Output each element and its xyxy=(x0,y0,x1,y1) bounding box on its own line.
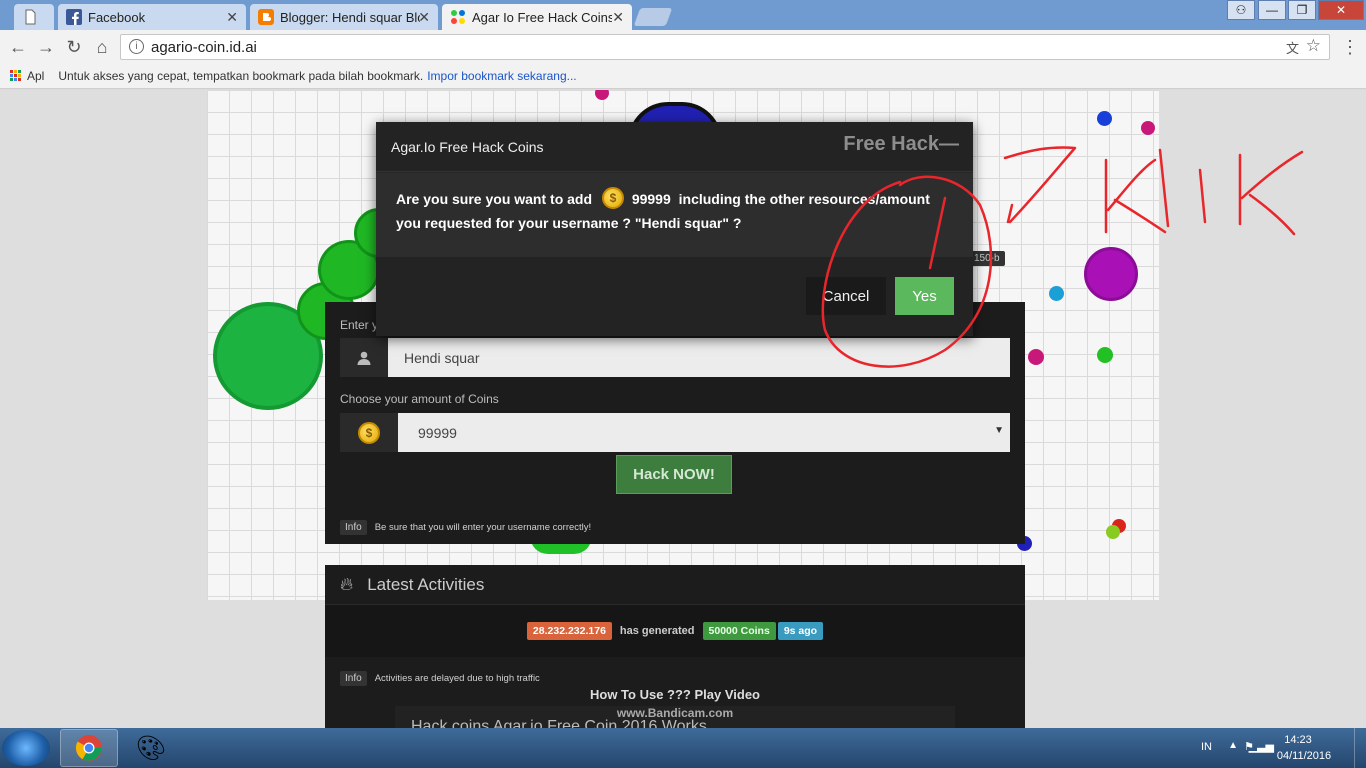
minimize-button[interactable]: — xyxy=(1258,0,1286,20)
tab-blogger[interactable]: Blogger: Hendi squar Blo ✕ xyxy=(250,4,438,30)
close-icon[interactable]: ✕ xyxy=(418,9,430,26)
info-badge: Info xyxy=(340,671,367,686)
form-info-note: Info Be sure that you will enter your us… xyxy=(340,520,591,535)
tab-title: Blogger: Hendi squar Blo xyxy=(280,9,420,25)
yes-button[interactable]: Yes xyxy=(895,277,954,315)
username-label: Enter y xyxy=(340,318,379,332)
browser-toolbar: ← → ↻ ⌂ i agario-coin.id.ai 文 ☆ ⋮ xyxy=(0,30,1366,63)
activity-row: 28.232.232.176 has generated 50000 Coins… xyxy=(325,605,1025,657)
tray-expand-icon[interactable]: ▲ xyxy=(1228,740,1238,751)
coins-label: Choose your amount of Coins xyxy=(340,392,499,406)
show-desktop-button[interactable] xyxy=(1354,728,1366,768)
menu-icon[interactable]: ⋮ xyxy=(1338,35,1362,59)
message-prefix: Are you sure you want to add xyxy=(396,191,593,207)
cancel-button[interactable]: Cancel xyxy=(806,277,886,315)
close-icon[interactable]: ✕ xyxy=(612,9,624,26)
home-icon[interactable]: ⌂ xyxy=(90,35,114,59)
activities-info-note: Info Activities are delayed due to high … xyxy=(340,671,540,686)
language-indicator[interactable]: IN xyxy=(1201,741,1212,753)
activities-title: Latest Activities xyxy=(367,574,485,594)
video-caption: Hack coins Agar.io Free Coin 2016 Works xyxy=(411,718,707,728)
translate-icon[interactable]: 文 xyxy=(1286,38,1299,57)
address-bar[interactable]: i agario-coin.id.ai 文 ☆ xyxy=(120,34,1330,60)
window-close-button[interactable]: ✕ xyxy=(1318,0,1364,20)
apps-icon[interactable] xyxy=(10,70,21,81)
tab-title: Agar Io Free Hack Coins xyxy=(472,9,612,25)
import-bookmarks-link[interactable]: Impor bookmark sekarang... xyxy=(427,69,576,83)
info-text: Activities are delayed due to high traff… xyxy=(374,673,540,684)
info-badge: Info xyxy=(340,520,367,535)
coins-badge: 50000 Coins xyxy=(702,622,776,640)
tab-agario[interactable]: Agar Io Free Hack Coins ✕ xyxy=(442,4,632,30)
cell xyxy=(1049,286,1064,301)
maximize-button[interactable]: ❐ xyxy=(1288,0,1316,20)
coins-select[interactable]: 99999 ▼ xyxy=(398,413,1010,452)
clock-time[interactable]: 14:23 xyxy=(1268,734,1328,746)
cell xyxy=(1084,247,1138,301)
coin-icon: $ xyxy=(601,187,624,210)
has-generated-text: has generated xyxy=(619,625,695,637)
video-player[interactable]: www.Bandicam.com Hack coins Agar.io Free… xyxy=(395,706,955,728)
coins-select-value: 99999 xyxy=(418,424,457,441)
coin-icon: $ xyxy=(340,413,398,452)
fire-icon: 🔥︎ xyxy=(340,574,354,594)
info-text: Be sure that you will enter your usernam… xyxy=(374,522,592,533)
tab-title: Facebook xyxy=(88,9,146,25)
dialog-message: Are you sure you want to add $ 99999 inc… xyxy=(376,173,973,257)
forward-button[interactable]: → xyxy=(34,35,58,59)
paint-taskbar-button[interactable]: 🎨︎ xyxy=(122,729,180,767)
agario-favicon-icon xyxy=(451,10,465,24)
tab-facebook[interactable]: Facebook ✕ xyxy=(58,4,246,30)
confirm-dialog: Agar.Io Free Hack Coins Free Hack— Are y… xyxy=(376,122,973,336)
cell xyxy=(1028,349,1044,365)
back-button[interactable]: ← xyxy=(6,35,30,59)
tab-blank[interactable] xyxy=(14,4,54,30)
chrome-taskbar-button[interactable] xyxy=(60,729,118,767)
coins-row: $ 99999 ▼ xyxy=(340,413,1010,452)
star-icon[interactable]: ☆ xyxy=(1306,36,1321,56)
apps-link[interactable]: Apl xyxy=(27,69,44,83)
username-row: Hendi squar xyxy=(340,338,1010,377)
message-amount: 99999 xyxy=(631,191,671,207)
start-button[interactable] xyxy=(2,730,50,766)
windows-taskbar: 🎨︎ IN ▲ ⚑ ▁▃▅ 14:23 04/11/2016 xyxy=(0,728,1366,768)
latest-activities-panel: 🔥︎ Latest Activities 28.232.232.176 has … xyxy=(325,565,1025,728)
close-icon[interactable]: ✕ xyxy=(226,9,238,26)
time-badge: 9s ago xyxy=(777,622,824,640)
clock-date[interactable]: 04/11/2016 xyxy=(1268,750,1340,762)
url-text: agario-coin.id.ai xyxy=(151,38,257,56)
dialog-title: Agar.Io Free Hack Coins xyxy=(391,139,544,155)
tab-strip: Facebook ✕ Blogger: Hendi squar Blo ✕ Ag… xyxy=(0,0,1366,30)
page-icon xyxy=(25,9,36,25)
dialog-header: Agar.Io Free Hack Coins Free Hack— xyxy=(376,122,973,172)
username-input[interactable]: Hendi squar xyxy=(388,338,1010,377)
dialog-brand: Free Hack— xyxy=(843,133,959,155)
hack-form-panel: Enter y Hendi squar Choose your amount o… xyxy=(325,302,1025,544)
hack-now-button[interactable]: Hack NOW! xyxy=(616,455,732,494)
video-title: How To Use ??? Play Video xyxy=(590,687,760,702)
ip-badge: 28.232.232.176 xyxy=(526,622,612,640)
blogger-icon xyxy=(258,9,274,25)
facebook-icon xyxy=(66,9,82,25)
bookmarks-bar: Apl Untuk akses yang cepat, tempatkan bo… xyxy=(0,63,1366,89)
caret-down-icon: ▼ xyxy=(994,425,1004,436)
reload-button[interactable]: ↻ xyxy=(62,35,86,59)
new-tab-button[interactable] xyxy=(633,8,673,26)
user-icon xyxy=(340,338,388,377)
user-icon[interactable]: ⚇ xyxy=(1227,0,1255,20)
cell xyxy=(1106,525,1120,539)
info-icon[interactable]: i xyxy=(129,39,144,54)
bookmark-hint: Untuk akses yang cepat, tempatkan bookma… xyxy=(58,68,424,83)
chrome-icon xyxy=(75,735,102,761)
paint-palette-icon: 🎨︎ xyxy=(135,734,167,762)
activities-header: 🔥︎ Latest Activities xyxy=(325,565,1025,605)
cell xyxy=(1097,111,1112,126)
dialog-footer: Cancel Yes xyxy=(376,257,973,336)
player-tag: 150-b xyxy=(969,251,1005,266)
cell xyxy=(1097,347,1113,363)
screen: Facebook ✕ Blogger: Hendi squar Blo ✕ Ag… xyxy=(0,0,1366,768)
cell xyxy=(1141,121,1155,135)
